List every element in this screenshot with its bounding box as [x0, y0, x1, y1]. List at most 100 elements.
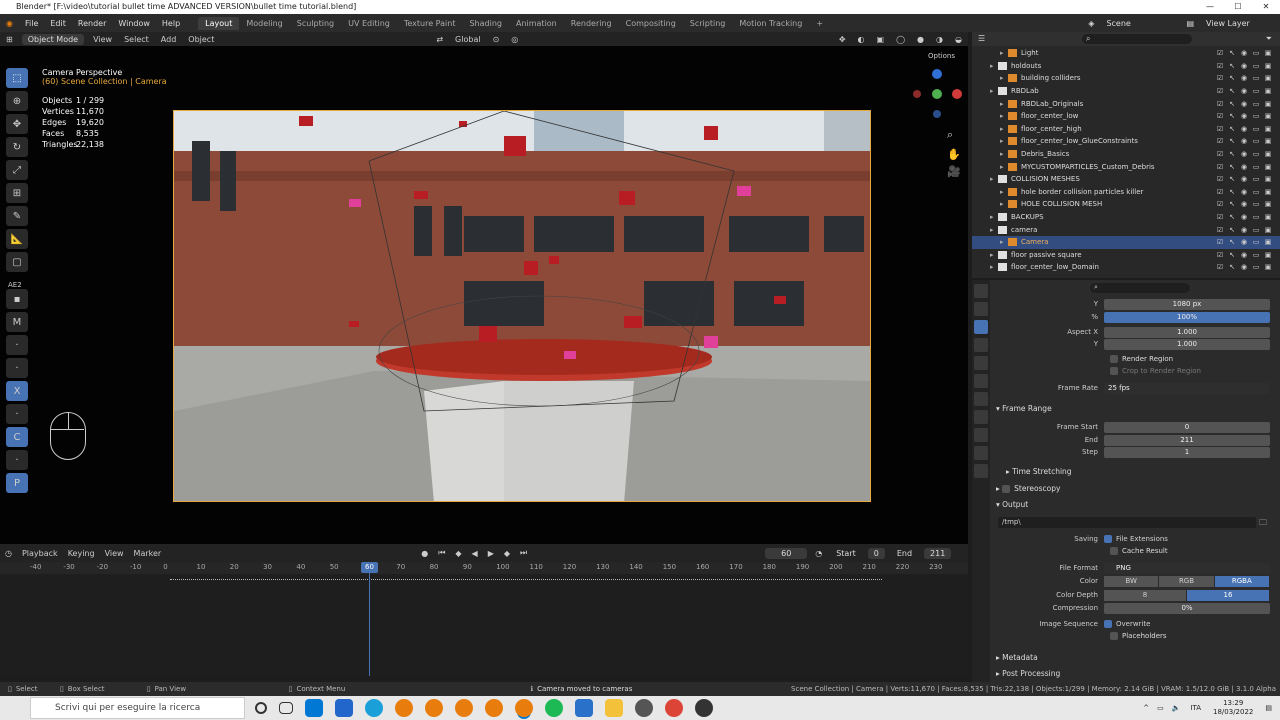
menu-render[interactable]: Render: [72, 19, 112, 28]
tool-tab-icon[interactable]: [974, 284, 988, 298]
blender-taskbar-icon-4[interactable]: [485, 699, 503, 717]
exclude-checkbox-icon[interactable]: ☑: [1214, 49, 1226, 57]
placeholders-checkbox[interactable]: Placeholders: [1110, 632, 1167, 640]
viewport-disable-icon[interactable]: ▭: [1250, 74, 1262, 82]
outliner-item[interactable]: ▸ Debris_Basics ☑ ↖ ◉ ▭ ▣: [972, 148, 1280, 161]
blender-taskbar-icon-3[interactable]: [455, 699, 473, 717]
selectable-icon[interactable]: ↖: [1226, 200, 1238, 208]
expand-arrow-icon[interactable]: ▸: [1000, 74, 1008, 82]
exclude-checkbox-icon[interactable]: ☑: [1214, 238, 1226, 246]
aspect-y-field[interactable]: 1.000: [1104, 338, 1270, 350]
selectable-icon[interactable]: ↖: [1226, 112, 1238, 120]
expand-arrow-icon[interactable]: ▸: [1000, 100, 1008, 108]
next-key-icon[interactable]: ◆: [499, 549, 515, 558]
output-path-field[interactable]: /tmp\: [998, 517, 1256, 528]
network-icon[interactable]: ▭: [1157, 704, 1164, 712]
data-tab-icon[interactable]: [974, 446, 988, 460]
menu-playback[interactable]: Playback: [17, 549, 63, 558]
time-stretching-panel-header[interactable]: ▸ Time Stretching: [1006, 467, 1072, 476]
viewport-disable-icon[interactable]: ▭: [1250, 263, 1262, 271]
menu-edit[interactable]: Edit: [44, 19, 72, 28]
end-frame-field[interactable]: 211: [924, 547, 952, 559]
app-icon-2[interactable]: [635, 699, 653, 717]
overlay-icon[interactable]: ◐: [852, 35, 871, 44]
constraints-tab-icon[interactable]: [974, 428, 988, 442]
exclude-checkbox-icon[interactable]: ☑: [1214, 87, 1226, 95]
axis-gizmo-icon[interactable]: [910, 68, 962, 118]
cursor-tool-icon[interactable]: ⊕: [6, 91, 28, 111]
expand-arrow-icon[interactable]: ▸: [1000, 188, 1008, 196]
jump-start-icon[interactable]: ⏮: [433, 548, 450, 558]
playhead[interactable]: [369, 562, 370, 676]
visibility-eye-icon[interactable]: ◉: [1238, 112, 1250, 120]
viewport-disable-icon[interactable]: ▭: [1250, 112, 1262, 120]
expand-arrow-icon[interactable]: ▸: [990, 213, 998, 221]
visibility-eye-icon[interactable]: ◉: [1238, 263, 1250, 271]
outliner-item[interactable]: ▸ floor_center_low ☑ ↖ ◉ ▭ ▣: [972, 110, 1280, 123]
render-disable-icon[interactable]: ▣: [1262, 100, 1274, 108]
checkbox-icon[interactable]: [1110, 355, 1118, 363]
aspect-x-field[interactable]: 1.000: [1104, 326, 1270, 338]
navigation-gizmo[interactable]: ⌕ ✋ 🎥: [910, 68, 962, 178]
add-cube-tool-icon[interactable]: ▢: [6, 252, 28, 272]
scene-selector[interactable]: Scene: [1100, 19, 1180, 28]
addon-button-8[interactable]: ·: [6, 450, 28, 470]
viewport-disable-icon[interactable]: ▭: [1250, 188, 1262, 196]
scale-tool-icon[interactable]: ⤢: [6, 160, 28, 180]
chrome-icon[interactable]: [665, 699, 683, 717]
checkbox-icon[interactable]: [1002, 485, 1011, 493]
selectable-icon[interactable]: ↖: [1226, 150, 1238, 158]
shading-rendered-icon[interactable]: ◒: [949, 35, 968, 44]
notifications-icon[interactable]: ▤: [1265, 704, 1272, 712]
playhead-frame-label[interactable]: 60: [361, 562, 378, 573]
exclude-checkbox-icon[interactable]: ☑: [1214, 251, 1226, 259]
timeline-editor-icon[interactable]: ◷: [0, 549, 17, 558]
file-format-dropdown[interactable]: PNG: [1104, 562, 1270, 574]
render-disable-icon[interactable]: ▣: [1262, 238, 1274, 246]
render-disable-icon[interactable]: ▣: [1262, 150, 1274, 158]
transform-tool-icon[interactable]: ⊞: [6, 183, 28, 203]
exclude-checkbox-icon[interactable]: ☑: [1214, 163, 1226, 171]
selectable-icon[interactable]: ↖: [1226, 263, 1238, 271]
physics-tab-icon[interactable]: [974, 410, 988, 424]
stereoscopy-panel-header[interactable]: ▸ Stereoscopy: [996, 484, 1060, 493]
color-bw-option[interactable]: BW: [1104, 575, 1160, 587]
outliner-item[interactable]: ▸ floor_center_low_Domain ☑ ↖ ◉ ▭ ▣: [972, 261, 1280, 274]
viewport-disable-icon[interactable]: ▭: [1250, 62, 1262, 70]
frame-start-field[interactable]: 0: [1104, 421, 1270, 433]
view-layer-selector[interactable]: View Layer: [1200, 19, 1280, 28]
keyframe-strip[interactable]: [170, 579, 882, 582]
tab-modeling[interactable]: Modeling: [239, 17, 289, 30]
shading-material-icon[interactable]: ◑: [930, 35, 949, 44]
texture-tab-icon[interactable]: [974, 464, 988, 478]
menu-window[interactable]: Window: [112, 19, 156, 28]
options-dropdown[interactable]: Options: [928, 52, 955, 60]
close-icon[interactable]: ✕: [1252, 0, 1280, 14]
task-view-icon[interactable]: [279, 702, 293, 714]
calendar-icon[interactable]: [335, 699, 353, 717]
tab-rendering[interactable]: Rendering: [564, 17, 619, 30]
properties-search-input[interactable]: ⌕: [1090, 283, 1190, 293]
visibility-eye-icon[interactable]: ◉: [1238, 137, 1250, 145]
visibility-eye-icon[interactable]: ◉: [1238, 163, 1250, 171]
pan-icon[interactable]: ✋: [947, 148, 962, 161]
scene-tab-icon[interactable]: [974, 356, 988, 370]
prev-key-icon[interactable]: ◆: [450, 549, 466, 558]
exclude-checkbox-icon[interactable]: ☑: [1214, 213, 1226, 221]
menu-view[interactable]: View: [87, 35, 118, 44]
clock-icon[interactable]: ◔: [810, 549, 827, 558]
tab-shading[interactable]: Shading: [462, 17, 509, 30]
viewport-disable-icon[interactable]: ▭: [1250, 150, 1262, 158]
resolution-percent-slider[interactable]: 100%: [1104, 311, 1270, 323]
visibility-eye-icon[interactable]: ◉: [1238, 87, 1250, 95]
menu-marker[interactable]: Marker: [129, 549, 167, 558]
app-icon[interactable]: [575, 699, 593, 717]
exclude-checkbox-icon[interactable]: ☑: [1214, 112, 1226, 120]
overwrite-checkbox[interactable]: Overwrite: [1104, 620, 1280, 628]
snap-icon[interactable]: ⊙: [487, 35, 506, 44]
addon-button-3[interactable]: ·: [6, 335, 28, 355]
taskbar-search-input[interactable]: Scrivi qui per eseguire la ricerca: [30, 697, 245, 719]
visibility-eye-icon[interactable]: ◉: [1238, 49, 1250, 57]
color-rgba-option[interactable]: RGBA: [1214, 575, 1270, 587]
timeline-area[interactable]: -40 -30 -20 -10 0 10 20 30 40 50 60 70 80 90 100 110 120…: [0, 562, 968, 676]
